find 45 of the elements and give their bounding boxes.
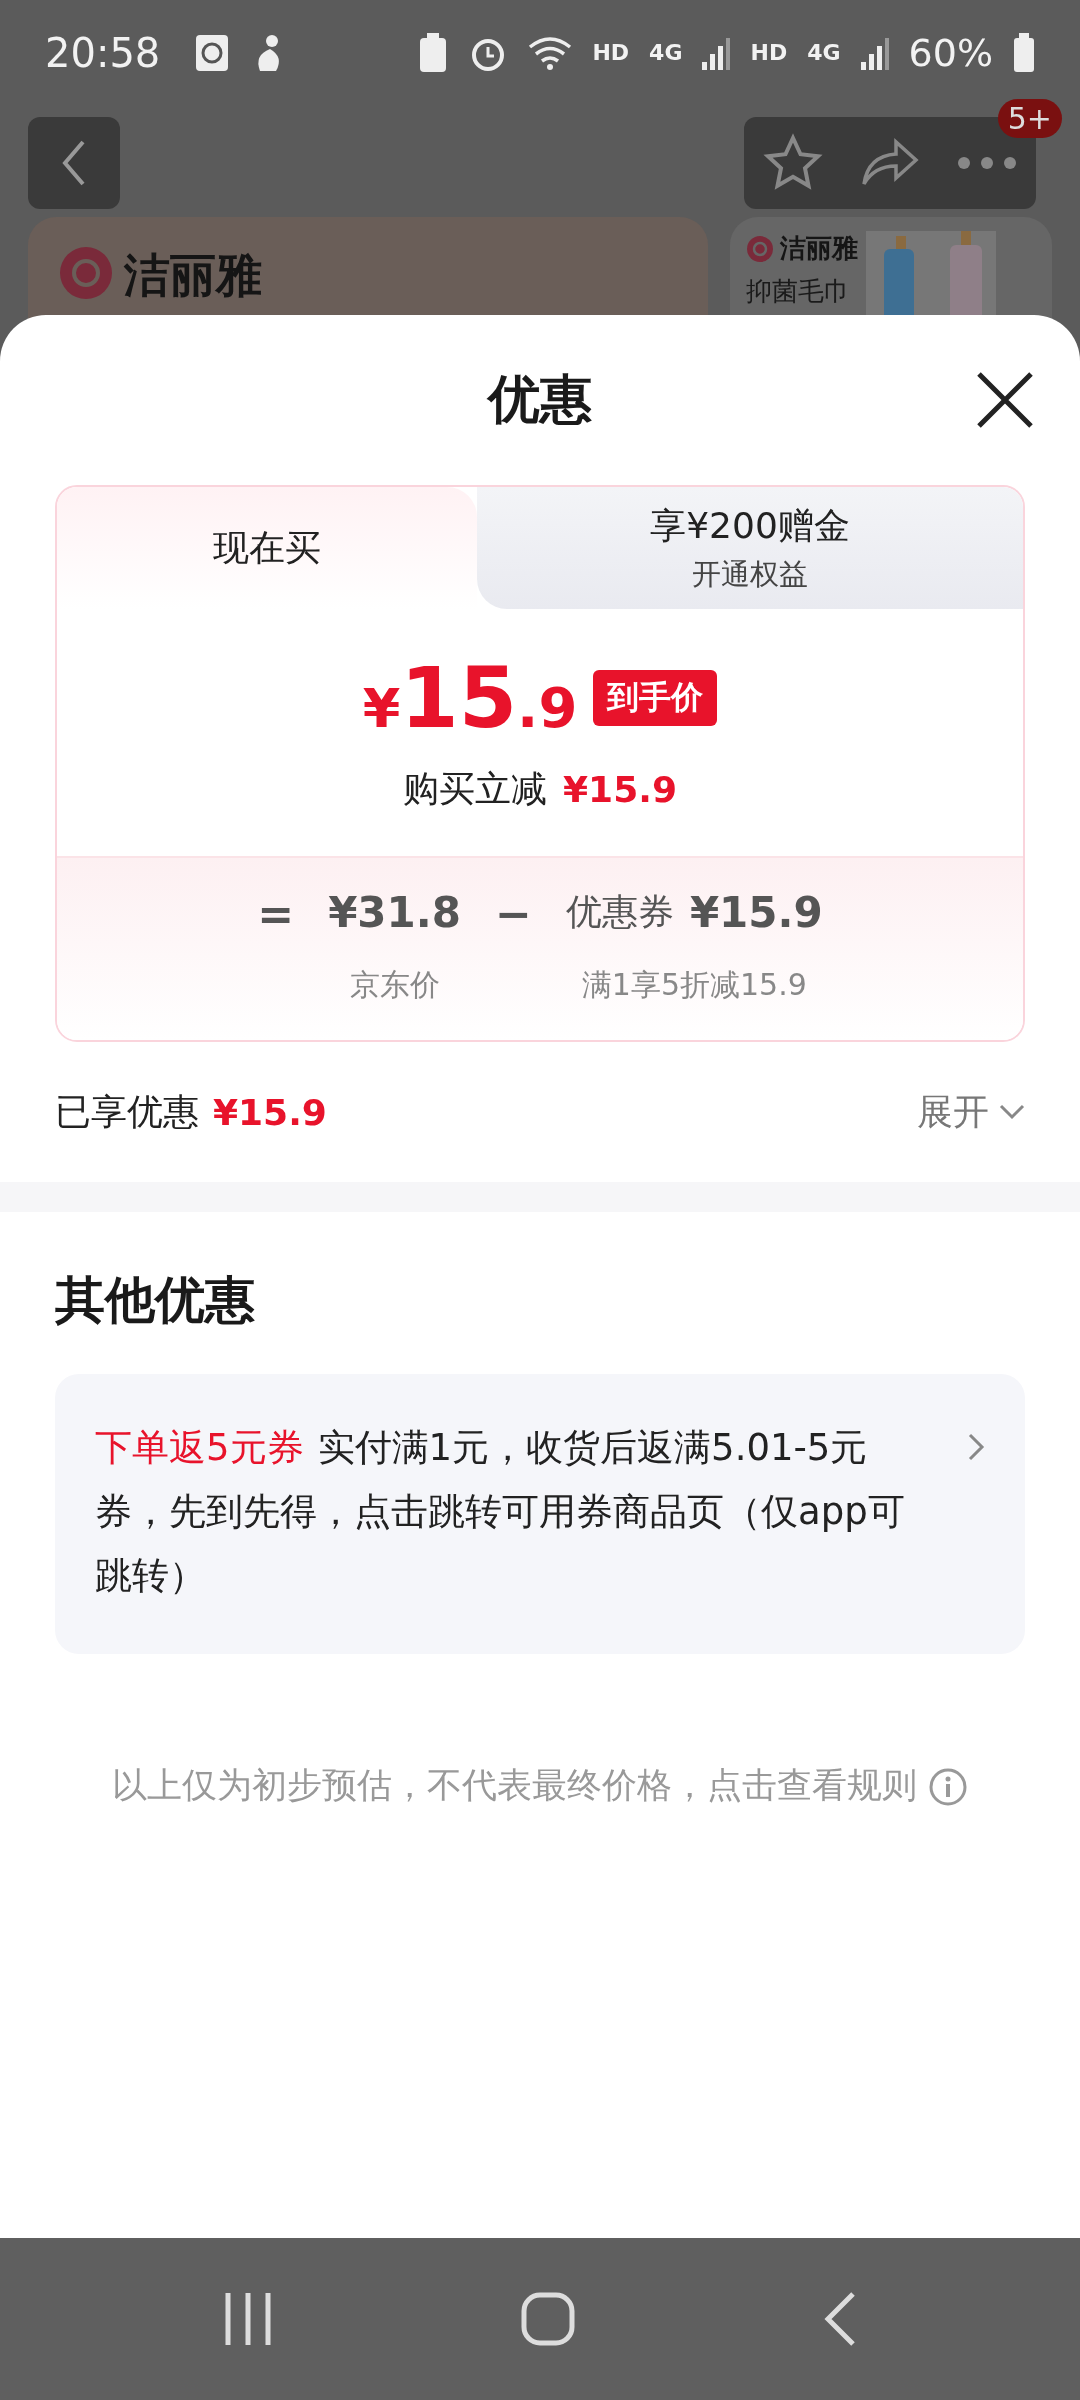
reduction-value: ¥15.9 xyxy=(563,769,677,810)
status-time: 20:58 xyxy=(45,29,161,76)
flower-logo-icon xyxy=(58,245,114,301)
base-price-caption: 京东价 xyxy=(349,966,440,1004)
minus-sign: − xyxy=(495,888,532,939)
chevron-down-icon xyxy=(999,1104,1025,1120)
reduction-label: 购买立减 xyxy=(403,767,548,811)
coupon-label: 优惠券 xyxy=(565,890,674,934)
price-tab[interactable]: 享¥200赠金 开通权益 xyxy=(477,487,1023,609)
network-label: 4G xyxy=(807,40,841,65)
final-price-tag: 到手价 xyxy=(593,670,718,726)
network-label: 4G xyxy=(649,40,683,65)
offer-description: 下单返5元券 实付满1元，收货后返满5.01-5元券，先到先得，点击跳转可用券商品页（仅app可跳转） xyxy=(95,1425,906,1599)
summary-label: 已享优惠 xyxy=(55,1089,199,1134)
flower-logo-icon xyxy=(746,234,774,263)
brand-name: 洁丽雅 xyxy=(124,247,262,304)
notification-badge: 5+ xyxy=(997,99,1062,138)
expand-button[interactable]: 展开 xyxy=(917,1087,1025,1137)
battery-percent: 60% xyxy=(908,30,993,75)
sheet-title: 优惠 xyxy=(488,368,592,431)
info-icon xyxy=(928,1767,969,1807)
signal-icon xyxy=(860,35,889,70)
back-icon[interactable] xyxy=(822,2291,857,2347)
offer-card[interactable]: 下单返5元券 实付满1元，收货后返满5.01-5元券，先到先得，点击跳转可用券商品页（仅app可跳转） xyxy=(55,1374,1025,1654)
coupon-caption: 满1享5折减15.9 xyxy=(581,966,807,1004)
chevron-right-icon xyxy=(967,1432,985,1462)
equals-sign: = xyxy=(257,888,295,939)
coupon-value: ¥15.9 xyxy=(689,888,823,937)
network-label: HD xyxy=(750,40,788,65)
summary-value: ¥15.9 xyxy=(213,1091,327,1133)
battery-saver-icon xyxy=(418,31,449,74)
network-label: HD xyxy=(592,40,630,65)
final-price: ¥15.9 xyxy=(362,649,578,747)
brand-name: 洁丽雅 xyxy=(780,232,858,265)
signal-icon xyxy=(702,35,731,70)
recent-apps-icon[interactable] xyxy=(223,2291,274,2347)
section-title: 其他优惠 xyxy=(54,1270,256,1331)
base-price: ¥31.8 xyxy=(328,888,461,937)
more-icon[interactable] xyxy=(957,156,1018,170)
wifi-icon xyxy=(528,34,573,71)
share-icon[interactable] xyxy=(860,138,920,188)
product-title: 抑菌毛巾 xyxy=(746,275,851,308)
battery-icon xyxy=(1013,32,1035,73)
home-icon[interactable] xyxy=(520,2291,576,2347)
back-button[interactable] xyxy=(28,117,120,209)
